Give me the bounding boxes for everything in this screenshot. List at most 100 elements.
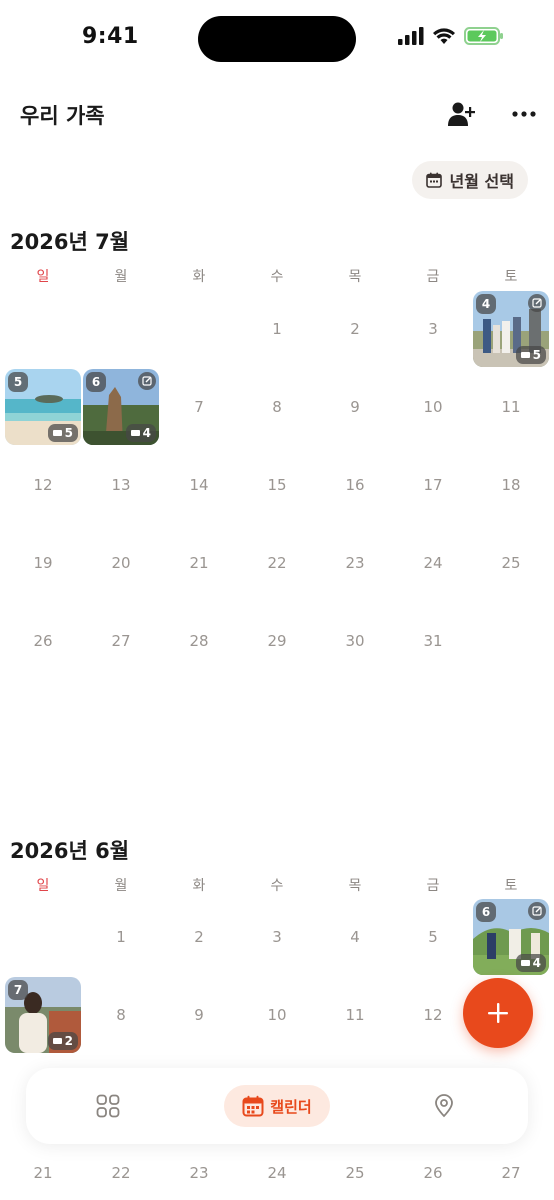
status-bar: 9:41 xyxy=(0,0,554,78)
day-cell[interactable]: 1 xyxy=(238,290,316,368)
day-cell[interactable]: 8 xyxy=(82,976,160,1054)
photo-count-value: 4 xyxy=(142,426,151,440)
photo-day-cell[interactable]: 6 4 xyxy=(473,899,549,975)
battery-charging-icon xyxy=(464,27,503,45)
day-cell[interactable]: 12 xyxy=(394,976,472,1054)
day-cell[interactable]: 9 xyxy=(160,976,238,1054)
weekday-label: 월 xyxy=(114,878,128,894)
photo-count-badge: 4 xyxy=(515,954,546,972)
day-cell[interactable]: 18 xyxy=(472,446,550,524)
bottom-tab-bar: 캘린더 xyxy=(26,1068,528,1144)
calendar-grid: 1 2 3 4 5 5 5 6 4 7 8 9 10 11 12 13 14 1… xyxy=(4,290,550,680)
day-cell[interactable]: 24 xyxy=(394,524,472,602)
day-cell[interactable]: 11 xyxy=(472,368,550,446)
day-cell[interactable]: 28 xyxy=(160,602,238,680)
day-cell[interactable]: 16 xyxy=(316,446,394,524)
day-cell[interactable]: 8 xyxy=(238,368,316,446)
day-cell[interactable]: 29 xyxy=(238,602,316,680)
weekday-label: 목 xyxy=(348,269,362,285)
day-cell[interactable]: 22 xyxy=(238,524,316,602)
signal-icon xyxy=(398,27,424,45)
photo-day-cell[interactable]: 4 5 xyxy=(473,291,549,367)
plus-icon xyxy=(488,1003,508,1023)
day-cell[interactable]: 26 xyxy=(4,602,82,680)
edit-icon[interactable] xyxy=(528,902,546,920)
edit-icon[interactable] xyxy=(138,372,156,390)
year-month-picker-button[interactable]: 년월 선택 xyxy=(411,161,528,199)
photo-count-badge: 4 xyxy=(125,424,156,442)
calendar-icon xyxy=(242,1095,264,1117)
photo-day-badge: 7 xyxy=(8,980,28,1000)
day-cell[interactable]: 30 xyxy=(316,602,394,680)
weekday-label: 토 xyxy=(504,269,518,285)
day-cell[interactable]: 31 xyxy=(394,602,472,680)
weekday-label: 월 xyxy=(114,269,128,285)
tab-calendar[interactable]: 캘린더 xyxy=(224,1085,330,1127)
photo-day-badge: 5 xyxy=(8,372,28,392)
day-cell[interactable]: 23 xyxy=(316,524,394,602)
calendar-grid: 1 2 3 4 5 6 4 7 2 8 9 10 11 12 21 22 23 … xyxy=(4,898,550,1200)
day-cell[interactable]: 2 xyxy=(160,898,238,976)
more-button[interactable] xyxy=(504,94,544,134)
camera-icon xyxy=(520,960,530,966)
photo-count-badge: 5 xyxy=(515,346,546,364)
calendar-icon xyxy=(425,172,442,188)
photo-day-badge: 6 xyxy=(476,902,496,922)
weekday-label: 화 xyxy=(192,269,206,285)
weekday-row: 일 월 화 수 목 금 토 xyxy=(4,266,550,290)
location-pin-icon xyxy=(435,1094,453,1118)
day-cell[interactable]: 9 xyxy=(316,368,394,446)
day-cell[interactable]: 2 xyxy=(316,290,394,368)
photo-count-value: 5 xyxy=(64,426,73,440)
day-cell[interactable]: 5 xyxy=(394,898,472,976)
add-member-button[interactable] xyxy=(442,94,482,134)
picker-label: 년월 선택 xyxy=(449,172,514,191)
day-cell[interactable]: 11 xyxy=(316,976,394,1054)
day-cell[interactable]: 12 xyxy=(4,446,82,524)
day-cell[interactable]: 21 xyxy=(160,524,238,602)
tab-calendar-label: 캘린더 xyxy=(270,1097,312,1116)
day-cell[interactable]: 1 xyxy=(82,898,160,976)
day-cell[interactable]: 13 xyxy=(82,446,160,524)
day-cell[interactable]: 3 xyxy=(238,898,316,976)
day-cell[interactable]: 25 xyxy=(472,524,550,602)
weekday-label: 일 xyxy=(36,878,50,894)
status-icons xyxy=(398,26,504,46)
day-cell[interactable]: 27 xyxy=(82,602,160,680)
photo-day-cell[interactable]: 5 5 xyxy=(5,369,81,445)
day-cell[interactable]: 3 xyxy=(394,290,472,368)
day-cell[interactable]: 19 xyxy=(4,524,82,602)
day-cell[interactable]: 10 xyxy=(238,976,316,1054)
day-cell[interactable]: 15 xyxy=(238,446,316,524)
grid-icon xyxy=(96,1094,120,1118)
day-cell[interactable]: 14 xyxy=(160,446,238,524)
camera-icon xyxy=(52,430,62,436)
tab-grid[interactable] xyxy=(96,1094,120,1118)
day-cell[interactable]: 20 xyxy=(82,524,160,602)
day-cell[interactable]: 7 xyxy=(160,368,238,446)
photo-count-value: 4 xyxy=(532,956,541,970)
app-header: 우리 가족 xyxy=(0,86,554,142)
camera-icon xyxy=(52,1038,62,1044)
tab-map[interactable] xyxy=(432,1094,456,1118)
person-add-icon xyxy=(448,102,475,126)
weekday-label: 목 xyxy=(348,878,362,894)
camera-icon xyxy=(520,352,530,358)
photo-day-cell[interactable]: 7 2 xyxy=(5,977,81,1053)
day-cell[interactable]: 17 xyxy=(394,446,472,524)
photo-count-badge: 5 xyxy=(47,424,78,442)
weekday-row: 일 월 화 수 목 금 토 xyxy=(4,875,550,899)
status-time: 9:41 xyxy=(82,24,139,49)
camera-icon xyxy=(130,430,140,436)
edit-icon[interactable] xyxy=(528,294,546,312)
month-title: 2026년 7월 xyxy=(10,230,130,254)
month-title: 2026년 6월 xyxy=(10,839,130,863)
day-cell[interactable]: 4 xyxy=(316,898,394,976)
day-cell[interactable]: 10 xyxy=(394,368,472,446)
weekday-label: 토 xyxy=(504,878,518,894)
add-photo-fab[interactable] xyxy=(463,978,533,1048)
photo-count-value: 5 xyxy=(532,348,541,362)
more-horizontal-icon xyxy=(512,111,536,117)
photo-day-cell[interactable]: 6 4 xyxy=(83,369,159,445)
weekday-label: 금 xyxy=(426,269,440,285)
